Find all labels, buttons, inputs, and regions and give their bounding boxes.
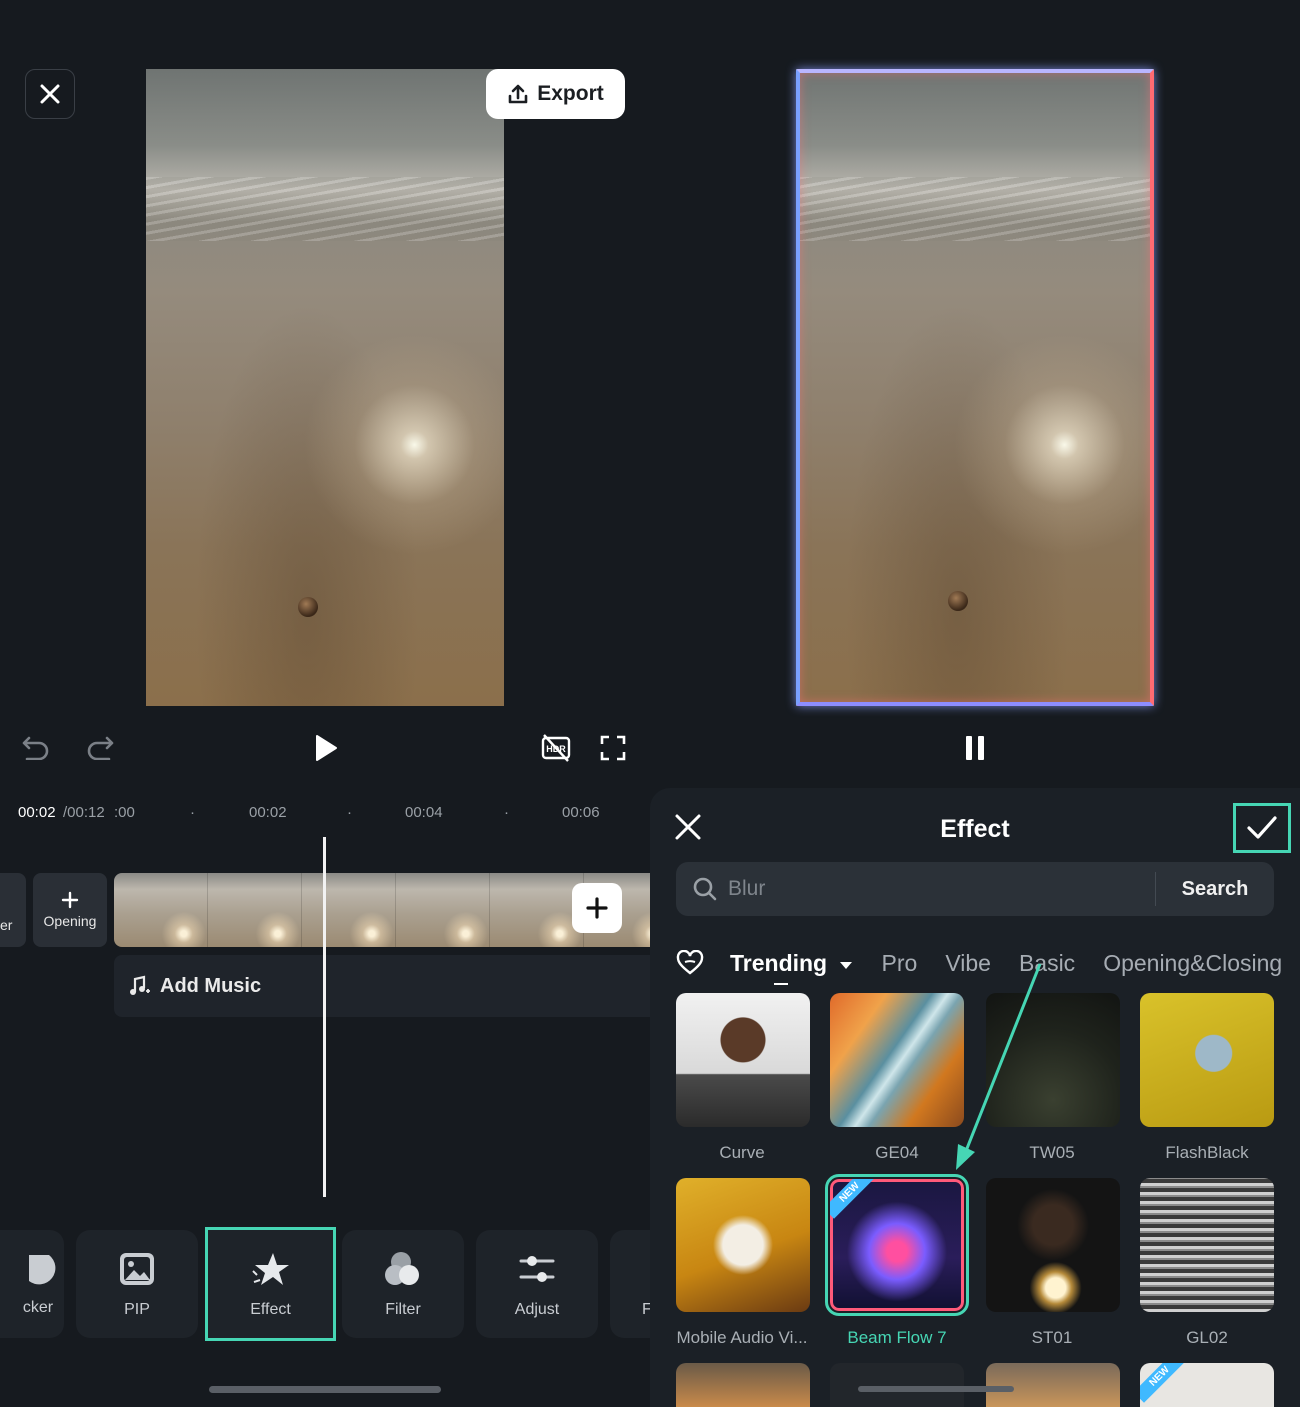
plus-icon <box>586 897 608 919</box>
video-clip-track[interactable] <box>114 873 650 947</box>
fullscreen-button[interactable] <box>596 731 630 765</box>
tab-pro[interactable]: Pro <box>882 950 918 977</box>
new-badge: NEW <box>830 1179 876 1219</box>
panel-scroll-indicator[interactable] <box>858 1386 1014 1392</box>
new-badge: NEW <box>1140 1363 1186 1403</box>
add-clip-button[interactable] <box>572 883 622 933</box>
effect-thumb-row3-3[interactable] <box>986 1363 1120 1407</box>
tool-label: Effect <box>250 1301 291 1318</box>
tab-opening-closing[interactable]: Opening&Closing <box>1103 950 1282 977</box>
opening-label: Opening <box>43 913 97 929</box>
pause-icon <box>966 736 984 760</box>
clip-frame <box>114 873 208 947</box>
tool-label: Adjust <box>514 1301 560 1318</box>
hdr-off-icon: HDR <box>541 734 571 762</box>
redo-button[interactable] <box>84 731 116 763</box>
effect-thumb-beam-flow-7-selected[interactable]: NEW <box>825 1174 969 1316</box>
tick-label: 00:04 <box>405 804 443 821</box>
original-video-preview <box>146 69 504 706</box>
fullscreen-icon <box>600 735 626 761</box>
music-note-icon <box>130 975 150 995</box>
sliders-icon <box>519 1256 555 1282</box>
search-button[interactable]: Search <box>1156 878 1274 901</box>
tick-label: 00:02 <box>249 804 287 821</box>
tool-label: Filter <box>385 1301 421 1318</box>
previous-track-tile[interactable]: er <box>0 873 26 947</box>
effect-thumb-gl02[interactable] <box>1140 1178 1274 1312</box>
timeline-ruler: 00:02 /00:12 :00 · 00:02 · 00:04 · 00:06 <box>0 795 650 829</box>
image-icon <box>120 1253 154 1285</box>
effect-thumb-row3-2[interactable] <box>830 1363 964 1407</box>
clip-frame <box>490 873 584 947</box>
tick-label: 00:06 <box>562 804 600 821</box>
confirm-button[interactable] <box>1233 803 1291 853</box>
play-button[interactable] <box>308 730 344 766</box>
clip-frame <box>208 873 302 947</box>
redo-icon <box>87 736 114 760</box>
play-icon <box>316 735 337 761</box>
effect-thumb-curve[interactable] <box>676 993 810 1127</box>
home-indicator <box>209 1386 441 1393</box>
effect-thumb-mobile-audio[interactable] <box>676 1178 810 1312</box>
clip-frame <box>396 873 490 947</box>
effect-label: Curve <box>719 1143 765 1162</box>
effect-thumb-flashblack[interactable] <box>1140 993 1274 1127</box>
effect-thumb-row3-4[interactable]: NEW <box>1140 1363 1274 1407</box>
search-input[interactable] <box>676 862 1155 916</box>
plus-icon <box>61 891 79 909</box>
tab-label: Trending <box>730 949 828 976</box>
add-music-label: Add Music <box>160 974 262 997</box>
effect-label: GL02 <box>1186 1328 1228 1347</box>
previous-tile-label: er <box>0 917 13 933</box>
tab-trending[interactable]: Trending <box>730 949 854 985</box>
hdr-toggle-button[interactable]: HDR <box>538 730 574 766</box>
close-editor-button[interactable] <box>25 69 75 119</box>
upload-icon <box>508 84 528 104</box>
effect-thumb-st01[interactable] <box>986 1178 1120 1312</box>
playhead[interactable] <box>323 837 326 1197</box>
total-time: /00:12 <box>63 804 105 821</box>
add-music-track[interactable]: Add Music <box>114 955 650 1017</box>
search-icon <box>692 876 718 907</box>
tool-next[interactable]: F <box>610 1230 652 1338</box>
add-opening-button[interactable]: Opening <box>33 873 107 947</box>
filter-icon <box>385 1252 419 1285</box>
effect-label: ST01 <box>1031 1328 1073 1347</box>
favorites-tab[interactable] <box>676 950 704 976</box>
effect-label-selected: Beam Flow 7 <box>847 1328 947 1347</box>
effect-label: Mobile Audio Vi... <box>676 1328 808 1347</box>
close-icon <box>40 84 60 104</box>
current-time: 00:02 <box>18 804 56 821</box>
effect-thumb-ge04[interactable] <box>830 993 964 1127</box>
tool-filter[interactable]: Filter <box>342 1230 464 1338</box>
effect-search-box: Search <box>676 862 1274 916</box>
tool-sticker[interactable]: cker <box>0 1230 64 1338</box>
tool-effect[interactable]: Effect <box>205 1227 336 1341</box>
tick-dot: · <box>504 804 509 821</box>
export-button[interactable]: Export <box>486 69 625 119</box>
heart-icon <box>676 950 704 975</box>
effect-thumb-row3-1[interactable] <box>676 1363 810 1407</box>
undo-button[interactable] <box>20 731 52 763</box>
tick-label: :00 <box>114 804 135 821</box>
tool-label: cker <box>22 1299 54 1316</box>
panel-title: Effect <box>940 815 1010 843</box>
clip-frame <box>302 873 396 947</box>
tool-pip[interactable]: PIP <box>76 1230 198 1338</box>
undo-icon <box>22 736 49 760</box>
sparkle-star-icon <box>251 1253 289 1285</box>
annotation-arrow <box>956 963 1042 1170</box>
tool-label: PIP <box>124 1301 150 1318</box>
sticker-icon <box>29 1255 56 1285</box>
beam-flow-preview: NEW <box>830 1179 964 1311</box>
caret-down-icon <box>839 961 852 969</box>
tick-dot: · <box>347 804 352 821</box>
effect-label: FlashBlack <box>1165 1143 1249 1162</box>
pause-button[interactable] <box>958 730 992 766</box>
tick-dot: · <box>190 804 195 821</box>
tool-adjust[interactable]: Adjust <box>476 1230 598 1338</box>
checkmark-icon <box>1247 816 1277 839</box>
beam-flow-neon-frame <box>796 69 1154 706</box>
export-label: Export <box>537 82 604 105</box>
